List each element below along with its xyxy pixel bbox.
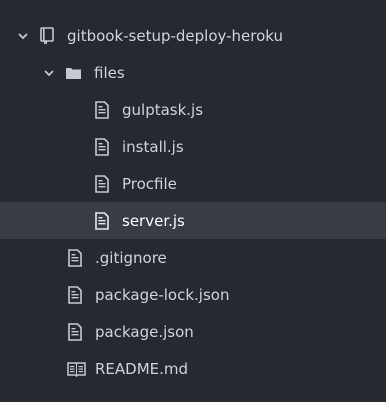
tree-item-file[interactable]: gulptask.js — [0, 91, 386, 128]
chevron-down-icon[interactable] — [17, 30, 29, 42]
file-text-icon — [67, 285, 83, 304]
tree-item-label: package-lock.json — [95, 285, 230, 304]
tree-item-file[interactable]: install.js — [0, 128, 386, 165]
tree-item-label: gitbook-setup-deploy-heroku — [67, 26, 284, 45]
file-text-icon — [94, 211, 110, 230]
file-text-icon — [67, 248, 83, 267]
file-text-icon — [94, 137, 110, 156]
file-tree: gitbook-setup-deploy-heroku files gulpta… — [0, 0, 386, 402]
tree-item-file[interactable]: README.md — [0, 350, 386, 387]
folder-icon — [65, 64, 82, 82]
tree-item-file[interactable]: package-lock.json — [0, 276, 386, 313]
file-text-icon — [94, 100, 110, 119]
tree-item-label: Procfile — [122, 174, 177, 193]
tree-item-label: install.js — [122, 137, 184, 156]
file-text-icon — [94, 174, 110, 193]
tree-item-folder-files[interactable]: files — [0, 54, 386, 91]
tree-item-label: README.md — [95, 359, 189, 378]
repo-icon — [39, 26, 55, 45]
file-text-icon — [67, 322, 83, 341]
tree-item-label: gulptask.js — [122, 100, 204, 119]
tree-item-file[interactable]: Procfile — [0, 165, 386, 202]
tree-item-root[interactable]: gitbook-setup-deploy-heroku — [0, 17, 386, 54]
tree-item-file[interactable]: package.json — [0, 313, 386, 350]
tree-item-file[interactable]: .gitignore — [0, 239, 386, 276]
chevron-down-icon[interactable] — [43, 67, 55, 79]
tree-item-label: server.js — [122, 211, 185, 230]
tree-item-label: package.json — [95, 322, 194, 341]
tree-item-file-selected[interactable]: server.js — [0, 202, 386, 239]
book-icon — [67, 360, 86, 378]
tree-item-label: files — [94, 63, 125, 82]
tree-item-label: .gitignore — [95, 248, 167, 267]
